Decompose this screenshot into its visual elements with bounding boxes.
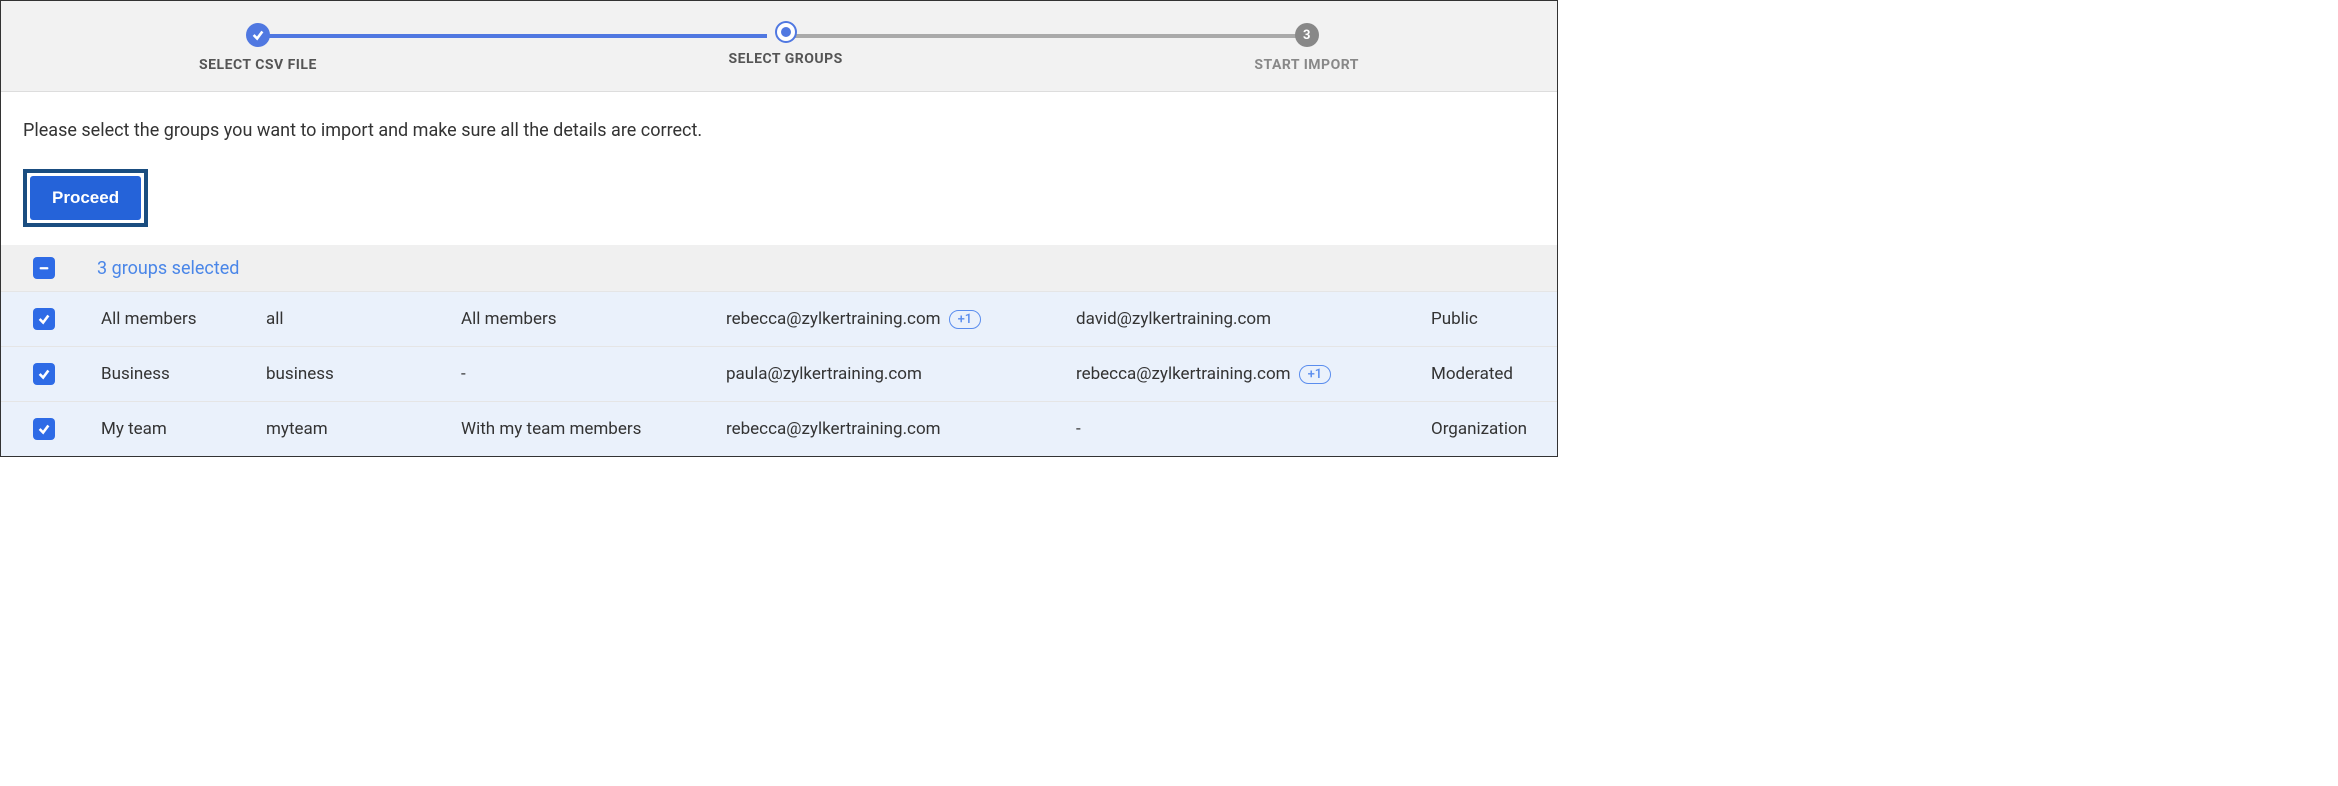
group-description: With my team members [461,419,726,439]
check-icon [246,23,270,47]
group-email-2: david@zylkertraining.com [1076,309,1271,329]
row-checkbox[interactable] [33,418,55,440]
step-label: SELECT GROUPS [729,51,843,67]
group-alias: business [266,364,461,384]
table-row[interactable]: My team myteam With my team members rebe… [1,402,1557,456]
row-checkbox[interactable] [33,363,55,385]
pending-step-icon: 3 [1295,23,1319,47]
group-email-1: rebecca@zylkertraining.com [726,309,941,329]
current-step-icon [777,23,795,41]
group-email-2: - [1076,419,1081,439]
row-checkbox[interactable] [33,308,55,330]
groups-table: 3 groups selected All members all All me… [1,245,1557,456]
step-label: SELECT CSV FILE [199,57,317,73]
select-all-checkbox[interactable] [33,257,55,279]
group-email-1: paula@zylkertraining.com [726,364,922,384]
group-alias: myteam [266,419,461,439]
step-select-groups[interactable]: SELECT GROUPS [729,23,843,67]
group-email-2: rebecca@zylkertraining.com [1076,364,1291,384]
more-badge[interactable]: +1 [949,310,982,329]
group-name: Business [101,364,266,384]
step-connector-inactive [791,34,1299,38]
import-groups-wizard: SELECT CSV FILE SELECT GROUPS 3 START IM… [0,0,1558,457]
step-select-csv[interactable]: SELECT CSV FILE [199,23,317,73]
step-start-import[interactable]: 3 START IMPORT [1254,23,1359,73]
table-row[interactable]: Business business - paula@zylkertraining… [1,347,1557,402]
group-alias: all [266,309,461,329]
proceed-highlight: Proceed [23,169,148,227]
group-access: Organization [1431,419,1557,439]
group-description: All members [461,309,726,329]
group-name: All members [101,309,266,329]
group-access: Moderated [1431,364,1557,384]
table-header-row: 3 groups selected [1,245,1557,292]
stepper: SELECT CSV FILE SELECT GROUPS 3 START IM… [179,23,1379,73]
proceed-button[interactable]: Proceed [30,176,141,220]
instruction-text: Please select the groups you want to imp… [23,120,1535,141]
group-access: Public [1431,309,1557,329]
table-row[interactable]: All members all All members rebecca@zylk… [1,292,1557,347]
group-name: My team [101,419,266,439]
step-label: START IMPORT [1254,57,1359,73]
group-description: - [461,364,726,384]
group-email-1: rebecca@zylkertraining.com [726,419,941,439]
content-area: Please select the groups you want to imp… [1,92,1557,245]
more-badge[interactable]: +1 [1299,365,1332,384]
step-connector-active [259,34,767,38]
stepper-bar: SELECT CSV FILE SELECT GROUPS 3 START IM… [1,1,1557,92]
selected-count-text: 3 groups selected [97,258,239,279]
